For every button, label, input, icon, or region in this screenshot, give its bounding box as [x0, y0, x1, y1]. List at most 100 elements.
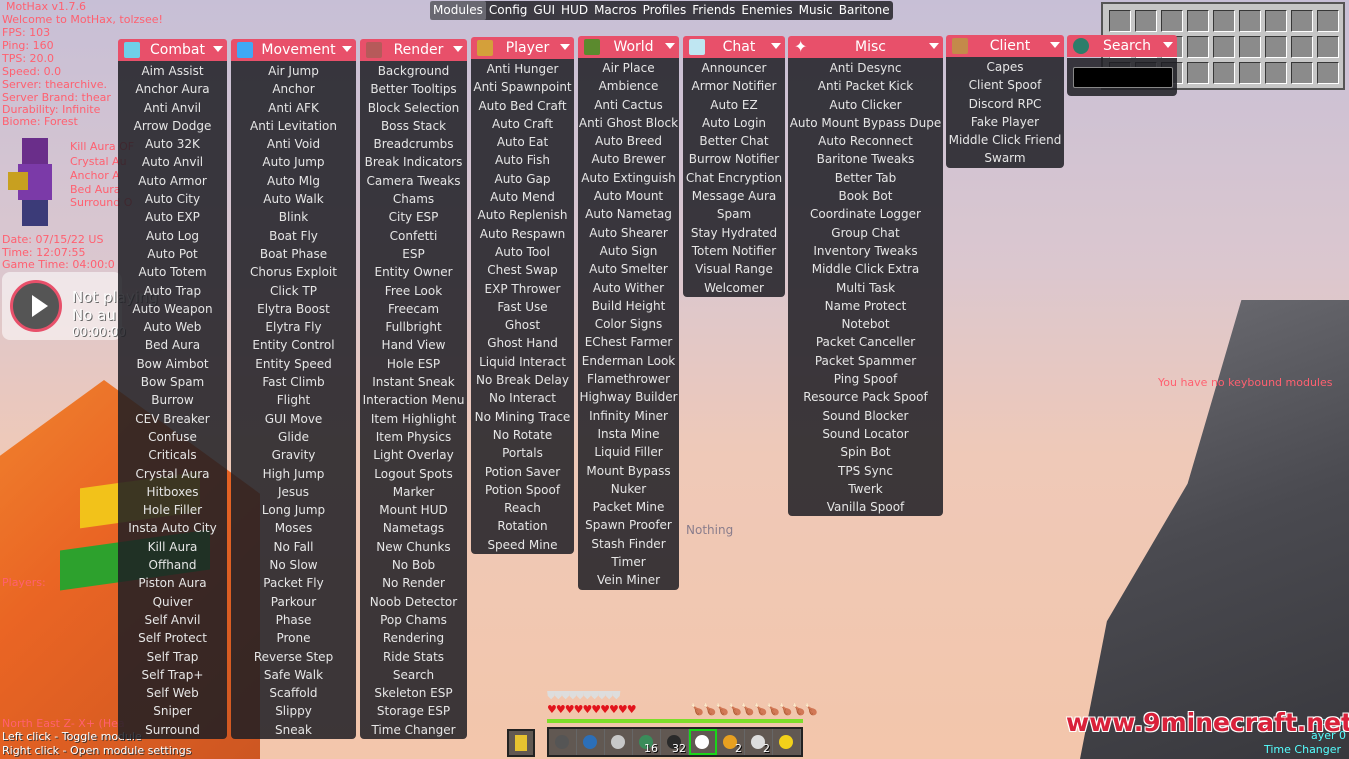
module-item[interactable]: Name Protect: [788, 297, 943, 315]
chevron-down-icon[interactable]: [453, 46, 463, 52]
module-item[interactable]: Fullbright: [360, 318, 467, 336]
module-item[interactable]: Middle Click Friend: [946, 131, 1064, 149]
inventory-slot[interactable]: [1317, 10, 1339, 32]
module-item[interactable]: Auto Web: [118, 318, 227, 336]
module-item[interactable]: Quiver: [118, 593, 227, 611]
module-item[interactable]: Self Anvil: [118, 611, 227, 629]
module-item[interactable]: Auto Tool: [471, 243, 574, 261]
module-item[interactable]: Potion Saver: [471, 463, 574, 481]
module-item[interactable]: Portals: [471, 444, 574, 462]
panel-header-client[interactable]: Client: [946, 35, 1064, 57]
panel-header-chat[interactable]: Chat: [683, 36, 785, 58]
module-item[interactable]: Offhand: [118, 556, 227, 574]
module-item[interactable]: Parkour: [231, 593, 356, 611]
module-item[interactable]: High Jump: [231, 465, 356, 483]
module-item[interactable]: Liquid Filler: [578, 443, 679, 461]
module-item[interactable]: Nametags: [360, 519, 467, 537]
module-item[interactable]: Auto Breed: [578, 132, 679, 150]
module-item[interactable]: Reach: [471, 499, 574, 517]
panel-header-world[interactable]: World: [578, 36, 679, 58]
module-item[interactable]: Message Aura: [683, 187, 785, 205]
module-item[interactable]: Auto Craft: [471, 115, 574, 133]
module-item[interactable]: TPS Sync: [788, 462, 943, 480]
panel-header-movement[interactable]: Movement: [231, 39, 356, 61]
module-item[interactable]: Auto Brewer: [578, 150, 679, 168]
module-item[interactable]: Visual Range: [683, 260, 785, 278]
module-item[interactable]: EXP Thrower: [471, 280, 574, 298]
inventory-slot[interactable]: [1239, 36, 1261, 58]
module-item[interactable]: Potion Spoof: [471, 481, 574, 499]
search-input[interactable]: [1073, 67, 1173, 88]
module-item[interactable]: Book Bot: [788, 187, 943, 205]
module-item[interactable]: Stay Hydrated: [683, 224, 785, 242]
module-item[interactable]: Anchor Aura: [118, 80, 227, 98]
module-item[interactable]: Burrow: [118, 391, 227, 409]
tab-friends[interactable]: Friends: [689, 1, 738, 20]
module-item[interactable]: Marker: [360, 483, 467, 501]
module-item[interactable]: Prone: [231, 629, 356, 647]
module-item[interactable]: Auto Totem: [118, 263, 227, 281]
module-item[interactable]: Auto Fish: [471, 151, 574, 169]
module-item[interactable]: Background: [360, 62, 467, 80]
hotbar-slot[interactable]: [577, 729, 605, 755]
module-item[interactable]: Auto Mount Bypass Dupe: [788, 114, 943, 132]
module-item[interactable]: Auto Mlg: [231, 172, 356, 190]
inventory-slot[interactable]: [1239, 10, 1261, 32]
module-item[interactable]: Auto Eat: [471, 133, 574, 151]
module-item[interactable]: Break Indicators: [360, 153, 467, 171]
module-item[interactable]: Spam: [683, 205, 785, 223]
module-item[interactable]: Spawn Proofer: [578, 516, 679, 534]
module-item[interactable]: Notebot: [788, 315, 943, 333]
tab-baritone[interactable]: Baritone: [836, 1, 893, 20]
inventory-slot[interactable]: [1291, 62, 1313, 84]
module-item[interactable]: Skeleton ESP: [360, 684, 467, 702]
chevron-down-icon[interactable]: [560, 44, 570, 50]
hotbar-slot[interactable]: 2: [745, 729, 773, 755]
module-item[interactable]: Chams: [360, 190, 467, 208]
module-item[interactable]: Long Jump: [231, 501, 356, 519]
chevron-down-icon[interactable]: [665, 43, 675, 49]
module-item[interactable]: Auto Login: [683, 114, 785, 132]
module-item[interactable]: Safe Walk: [231, 666, 356, 684]
module-item[interactable]: Client Spoof: [946, 76, 1064, 94]
module-item[interactable]: Phase: [231, 611, 356, 629]
module-item[interactable]: Hand View: [360, 336, 467, 354]
tab-hud[interactable]: HUD: [558, 1, 591, 20]
module-item[interactable]: Auto Smelter: [578, 260, 679, 278]
module-item[interactable]: Multi Task: [788, 279, 943, 297]
module-item[interactable]: Auto Trap: [118, 282, 227, 300]
inventory-slot[interactable]: [1317, 36, 1339, 58]
module-item[interactable]: Auto Mount: [578, 187, 679, 205]
module-item[interactable]: Pop Chams: [360, 611, 467, 629]
module-item[interactable]: New Chunks: [360, 538, 467, 556]
tab-gui[interactable]: GUI: [530, 1, 558, 20]
module-item[interactable]: Elytra Boost: [231, 300, 356, 318]
panel-header-player[interactable]: Player: [471, 37, 574, 59]
tab-config[interactable]: Config: [486, 1, 531, 20]
module-item[interactable]: Armor Notifier: [683, 77, 785, 95]
offhand-slot[interactable]: [507, 729, 535, 757]
inventory-slot[interactable]: [1135, 10, 1157, 32]
inventory-slot[interactable]: [1213, 36, 1235, 58]
module-item[interactable]: Click TP: [231, 282, 356, 300]
module-item[interactable]: Sniper: [118, 702, 227, 720]
module-item[interactable]: Anti Levitation: [231, 117, 356, 135]
inventory-slot[interactable]: [1109, 10, 1131, 32]
module-item[interactable]: Auto Extinguish: [578, 169, 679, 187]
module-item[interactable]: Better Tooltips: [360, 80, 467, 98]
module-item[interactable]: Boss Stack: [360, 117, 467, 135]
module-item[interactable]: Auto Jump: [231, 153, 356, 171]
module-item[interactable]: Fast Climb: [231, 373, 356, 391]
module-item[interactable]: Discord RPC: [946, 95, 1064, 113]
module-item[interactable]: Anti Anvil: [118, 99, 227, 117]
module-item[interactable]: Boat Fly: [231, 227, 356, 245]
module-item[interactable]: GUI Move: [231, 410, 356, 428]
module-item[interactable]: Boat Phase: [231, 245, 356, 263]
module-item[interactable]: Anti Desync: [788, 59, 943, 77]
module-item[interactable]: Sound Locator: [788, 425, 943, 443]
module-item[interactable]: ESP: [360, 245, 467, 263]
inventory-slot[interactable]: [1265, 10, 1287, 32]
hotbar-slot[interactable]: [773, 729, 801, 755]
module-item[interactable]: Fast Use: [471, 298, 574, 316]
module-item[interactable]: Packet Fly: [231, 574, 356, 592]
